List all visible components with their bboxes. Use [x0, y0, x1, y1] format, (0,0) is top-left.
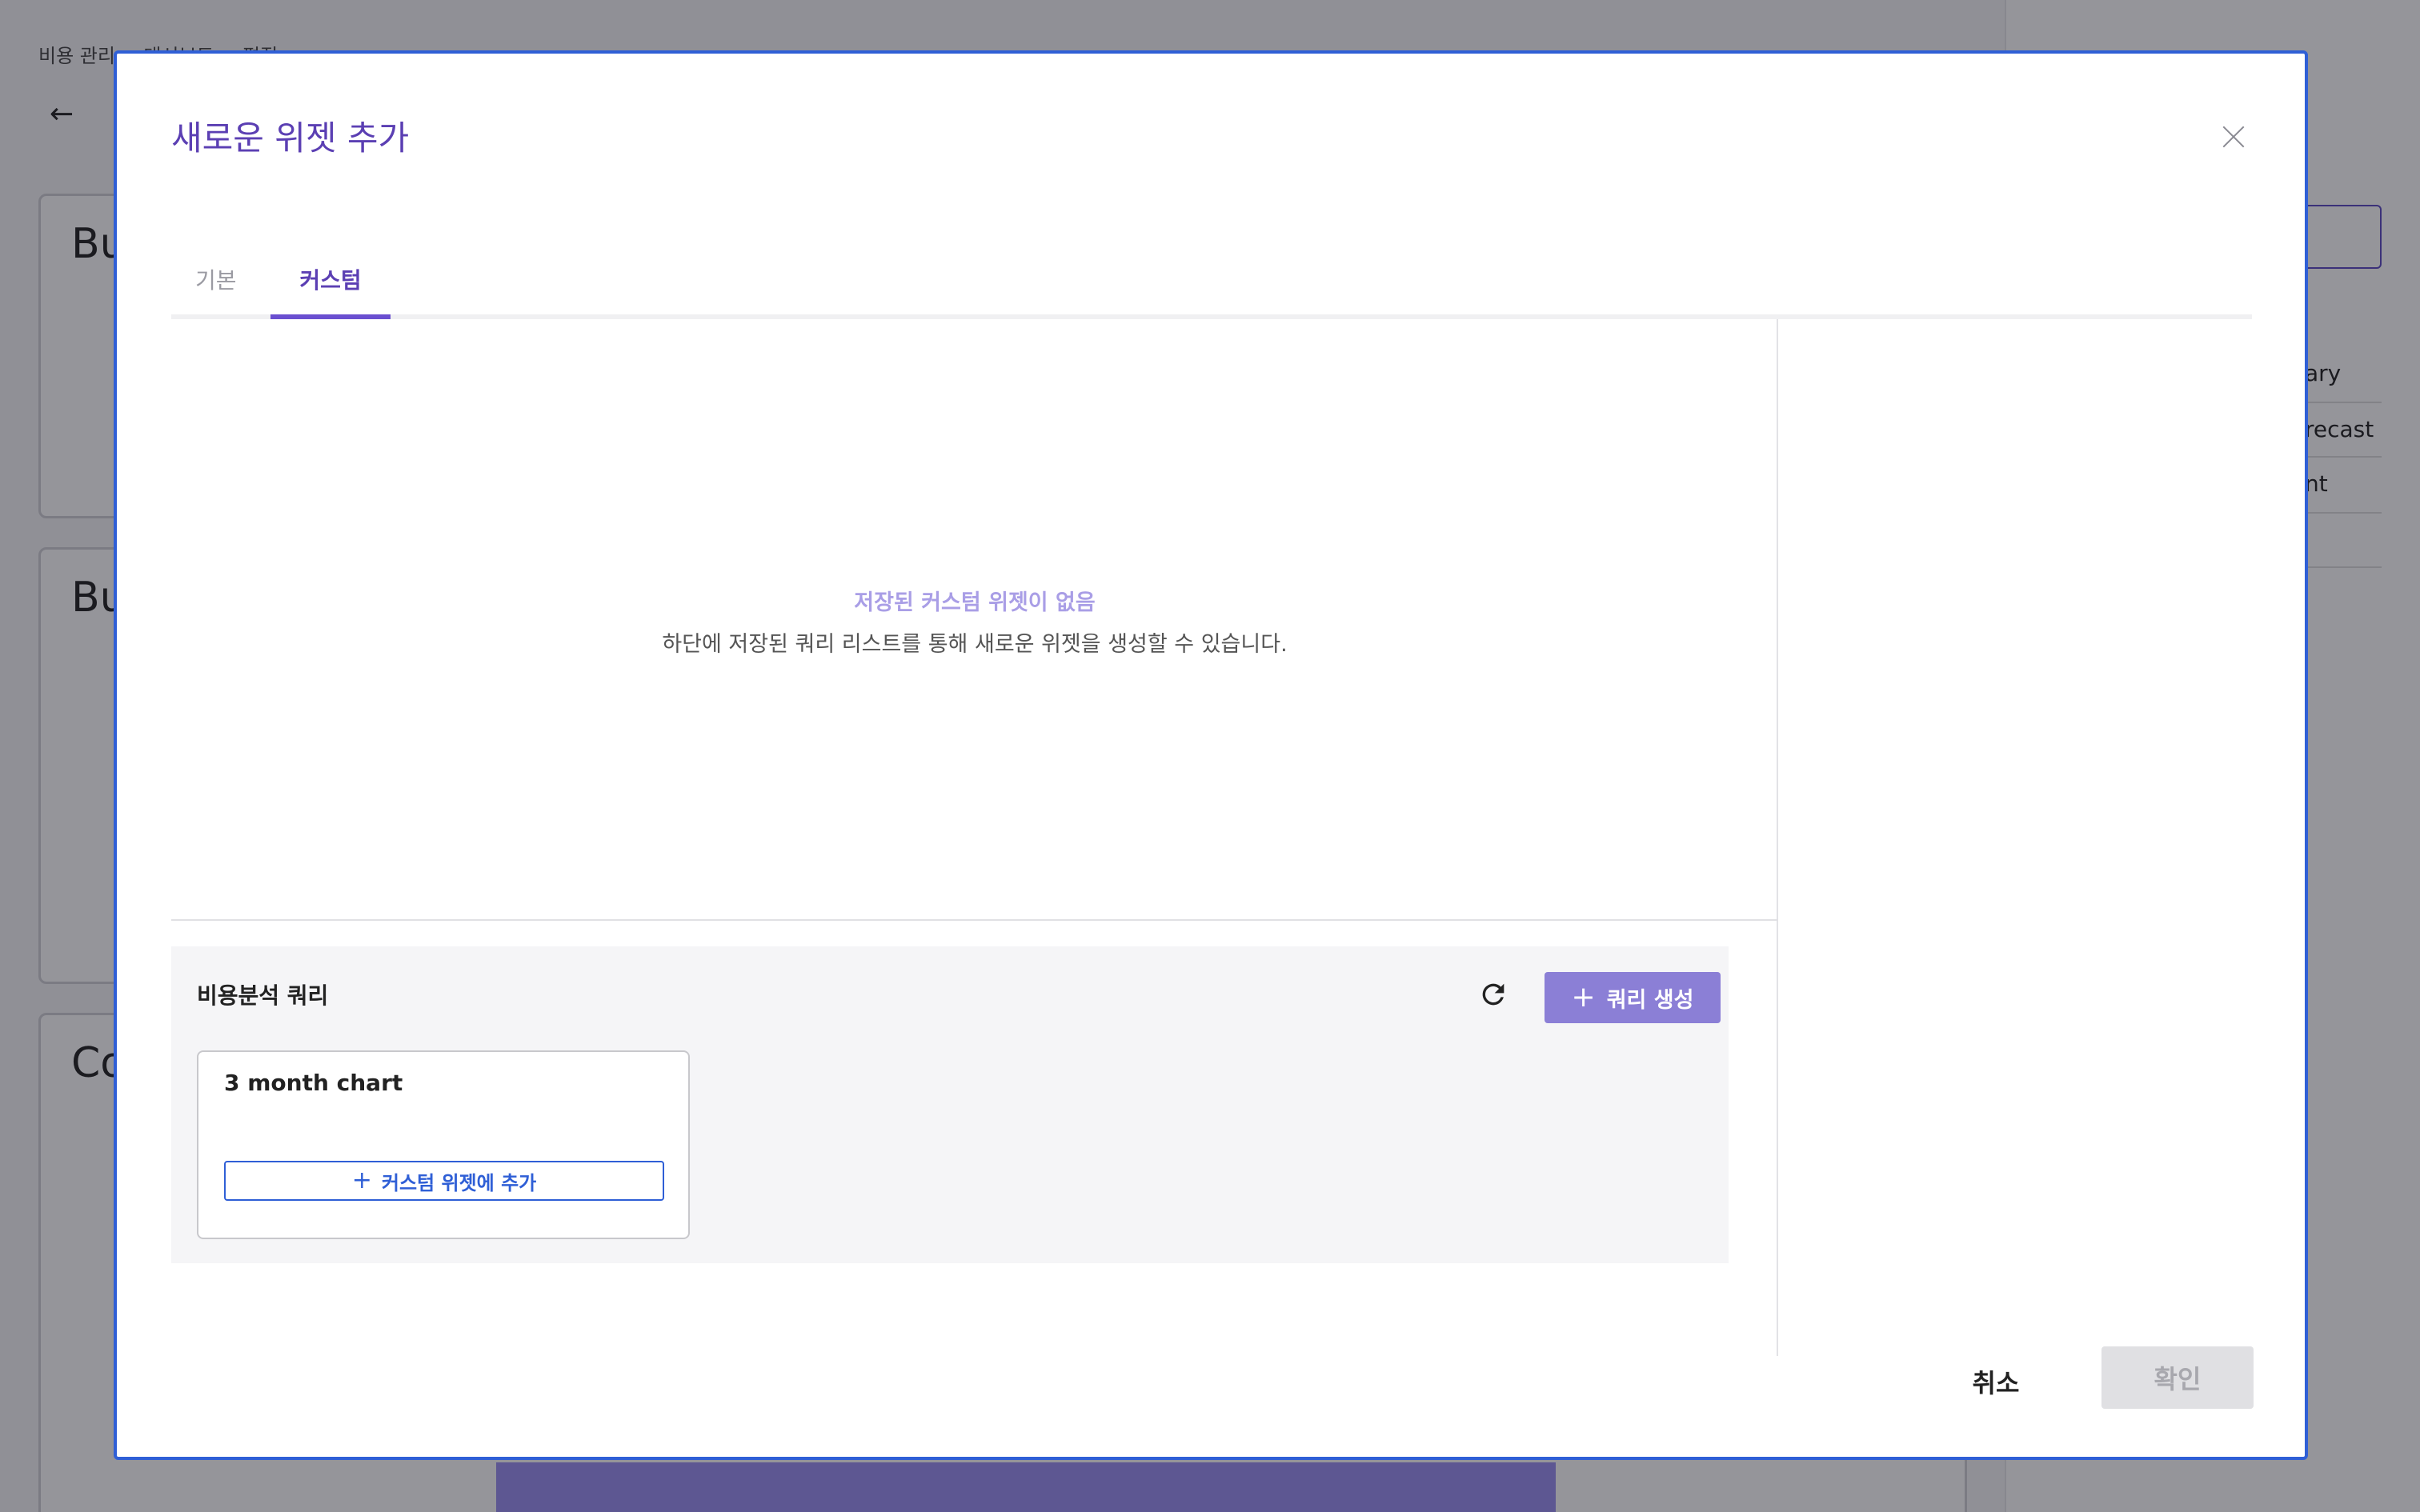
query-section-title: 비용분석 쿼리 — [197, 982, 329, 1009]
query-panel: 비용분석 쿼리 + 쿼리 생성 3 month chart + 커스텀 위젯에 … — [171, 946, 1729, 1263]
cancel-button[interactable]: 취소 — [1932, 1350, 2060, 1414]
plus-icon: + — [351, 1166, 372, 1194]
empty-state-title: 저장된 커스텀 위젯이 없음 — [854, 590, 1096, 615]
tab-basic[interactable]: 기본 — [171, 263, 261, 319]
refresh-icon[interactable] — [1477, 978, 1509, 1010]
section-divider — [171, 919, 1778, 921]
modal-title: 새로운 위젯 추가 — [171, 118, 410, 158]
create-query-button[interactable]: + 쿼리 생성 — [1545, 972, 1721, 1023]
plus-icon: + — [1571, 981, 1596, 1014]
tab-bar: 기본 커스텀 — [171, 246, 2252, 319]
custom-widget-pane: 저장된 커스텀 위젯이 없음 하단에 저장된 쿼리 리스트를 통해 새로운 위젯… — [171, 319, 1778, 1356]
close-icon[interactable] — [2214, 118, 2254, 158]
query-card: 3 month chart + 커스텀 위젯에 추가 — [197, 1050, 690, 1239]
empty-state-description: 하단에 저장된 쿼리 리스트를 통해 새로운 위젯을 생성할 수 있습니다. — [662, 632, 1288, 657]
add-widget-modal: 새로운 위젯 추가 기본 커스텀 저장된 커스텀 위젯이 없음 하단에 저장된 … — [114, 50, 2308, 1460]
create-query-label: 쿼리 생성 — [1606, 987, 1694, 1013]
query-card-title: 3 month chart — [224, 1070, 403, 1096]
tab-custom[interactable]: 커스텀 — [270, 263, 391, 319]
add-to-custom-widget-button[interactable]: + 커스텀 위젯에 추가 — [224, 1161, 664, 1201]
add-to-custom-widget-label: 커스텀 위젯에 추가 — [381, 1171, 537, 1194]
confirm-button[interactable]: 확인 — [2101, 1346, 2254, 1409]
